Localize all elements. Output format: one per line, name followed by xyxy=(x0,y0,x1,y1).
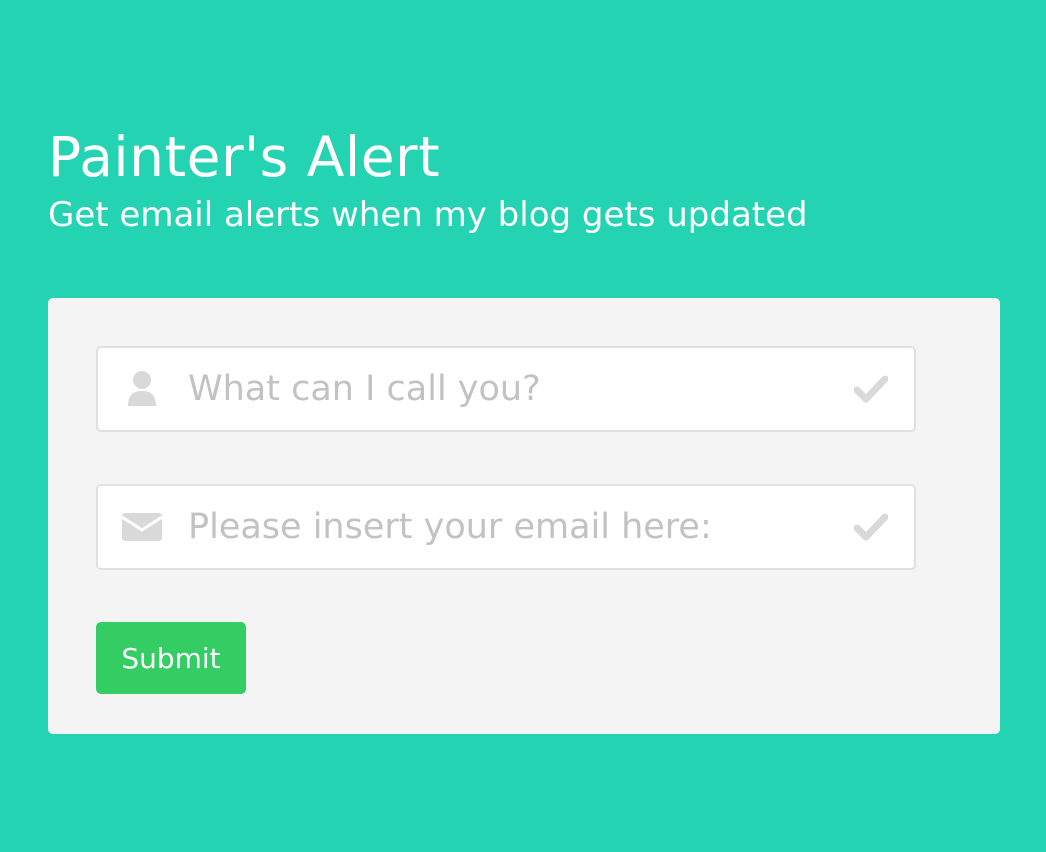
user-icon xyxy=(120,367,164,411)
name-input[interactable] xyxy=(188,348,828,430)
check-icon xyxy=(852,508,890,546)
email-field[interactable] xyxy=(96,484,916,570)
page-subtitle: Get email alerts when my blog gets updat… xyxy=(48,195,808,235)
subscribe-form-card: Submit xyxy=(48,298,1000,734)
submit-button[interactable]: Submit xyxy=(96,622,246,694)
name-field[interactable] xyxy=(96,346,916,432)
page-title: Painter's Alert xyxy=(48,125,441,189)
page-header: Painter's Alert Get email alerts when my… xyxy=(48,122,1008,238)
email-input[interactable] xyxy=(188,486,828,568)
envelope-icon xyxy=(120,505,164,549)
check-icon xyxy=(852,370,890,408)
